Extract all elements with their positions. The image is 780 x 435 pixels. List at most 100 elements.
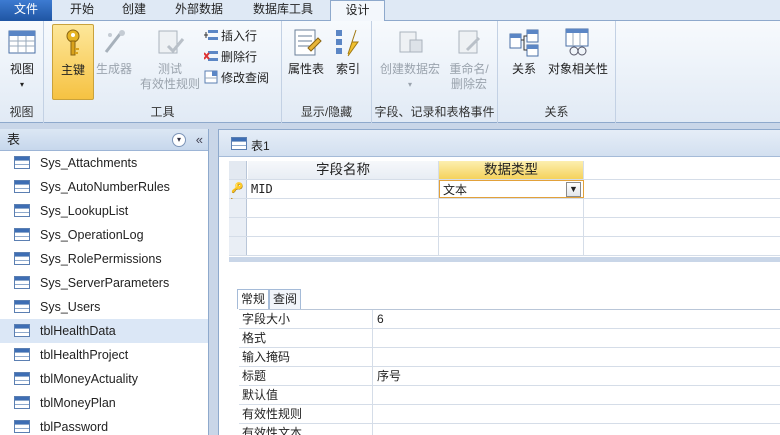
nav-item-table[interactable]: Sys_Attachments — [0, 151, 208, 175]
nav-dropdown-icon[interactable]: ▾ — [172, 133, 186, 147]
property-label: 有效性文本 — [239, 424, 373, 435]
row-selector[interactable]: 🔑▸ — [229, 180, 247, 206]
nav-item-table[interactable]: tblMoneyActuality — [0, 367, 208, 391]
row-selector[interactable] — [229, 199, 247, 217]
dropdown-arrow-icon[interactable]: ▼ — [566, 182, 581, 197]
table-icon — [14, 228, 30, 241]
tab-lookup[interactable]: 查阅 — [269, 289, 302, 309]
property-value[interactable]: 序号 — [374, 367, 774, 385]
field-row-empty[interactable] — [229, 237, 780, 256]
indexes-button[interactable]: 索引 — [328, 24, 368, 77]
nav-item-label: Sys_Attachments — [40, 156, 138, 170]
group-tools-label: 工具 — [150, 105, 175, 119]
property-value[interactable] — [374, 424, 774, 435]
document-tab[interactable]: 表1 — [231, 137, 270, 154]
table-icon — [14, 300, 30, 313]
property-value[interactable] — [374, 386, 774, 404]
nav-item-table[interactable]: Sys_Users — [0, 295, 208, 319]
property-label: 字段大小 — [239, 310, 373, 328]
field-name-cell[interactable] — [248, 218, 439, 236]
row-selector[interactable] — [229, 237, 247, 255]
property-row[interactable]: 标题 序号 — [239, 367, 780, 386]
field-row-empty[interactable] — [229, 218, 780, 237]
nav-header[interactable]: 表 ▾ « — [0, 129, 208, 151]
tab-home[interactable]: 开始 — [55, 0, 109, 21]
modify-lookups-button[interactable]: 修改查阅 — [204, 68, 269, 88]
property-label: 格式 — [239, 329, 373, 347]
primary-key-button[interactable]: 主键 — [52, 24, 94, 100]
tab-file[interactable]: 文件 — [0, 0, 52, 21]
data-type-cell[interactable]: 文本 ▼ — [439, 180, 584, 198]
nav-item-table[interactable]: tblHealthProject — [0, 343, 208, 367]
property-row[interactable]: 有效性文本 — [239, 424, 780, 435]
document-tab-bar: 表1 — [219, 130, 780, 157]
document-tab-title: 表1 — [251, 139, 270, 153]
property-value[interactable] — [374, 329, 774, 347]
insert-rows-icon — [204, 28, 218, 42]
insert-rows-button[interactable]: 插入行 — [204, 26, 257, 46]
field-row-empty[interactable] — [229, 199, 780, 218]
tab-external-data[interactable]: 外部数据 — [164, 0, 234, 21]
delete-rows-button[interactable]: 删除行 — [203, 47, 257, 67]
property-value[interactable] — [374, 348, 774, 366]
data-type-cell[interactable] — [439, 199, 584, 217]
nav-item-label: Sys_AutoNumberRules — [40, 180, 170, 194]
nav-item-table[interactable]: tblMoneyPlan — [0, 391, 208, 415]
relationships-button[interactable]: 关系 — [504, 24, 544, 77]
delete-rows-icon — [203, 49, 218, 63]
properties-tabs: 常规 查阅 — [237, 289, 302, 309]
nav-item-table[interactable]: Sys_OperationLog — [0, 223, 208, 247]
test-validation-label-1: 测试 — [157, 62, 182, 76]
nav-item-table[interactable]: Sys_LookupList — [0, 199, 208, 223]
table-icon — [14, 372, 30, 385]
tab-design[interactable]: 设计 — [330, 0, 385, 22]
rename-delete-macro-button[interactable]: 重命名/ 删除宏 — [444, 24, 494, 92]
nav-item-table[interactable]: Sys_AutoNumberRules — [0, 175, 208, 199]
collapse-pane-icon[interactable]: « — [196, 129, 203, 151]
property-value[interactable]: 6 — [374, 310, 774, 328]
field-properties-pane: 常规 查阅 字段大小 6 格式 输入掩码 标题 序号 默认值 有效性规则 有效性文本 — [229, 262, 780, 435]
nav-item-table[interactable]: Sys_ServerParameters — [0, 271, 208, 295]
view-button[interactable]: 视图 ▾ — [2, 24, 42, 92]
nav-item-label: tblHealthProject — [40, 348, 129, 362]
table-icon — [14, 324, 30, 337]
table-icon — [14, 276, 30, 289]
rename-macro-icon — [453, 26, 485, 58]
test-validation-button[interactable]: 测试 有效性规则 — [134, 24, 206, 92]
data-type-cell[interactable] — [439, 237, 584, 255]
nav-item-label: Sys_ServerParameters — [40, 276, 170, 290]
nav-item-label: tblPassword — [40, 420, 109, 434]
property-row[interactable]: 格式 — [239, 329, 780, 348]
ribbon-tab-bar: 文件 开始 创建 外部数据 数据库工具 设计 — [0, 0, 780, 22]
nav-item-table[interactable]: tblPassword — [0, 415, 208, 435]
create-data-macros-button[interactable]: 创建数据宏 ▾ — [378, 24, 442, 92]
row-selector[interactable] — [229, 218, 247, 236]
insert-rows-label: 插入行 — [221, 29, 258, 43]
select-all-corner[interactable] — [229, 161, 247, 179]
field-name-cell[interactable] — [248, 199, 439, 217]
builder-button[interactable]: 生成器 — [94, 24, 134, 77]
property-row[interactable]: 字段大小 6 — [239, 310, 780, 329]
key-icon — [57, 27, 89, 59]
ribbon: 视图 ▾ 视图 主键 生成器 测试 有效性规则 插入行 删除行 修改查阅 工具 … — [0, 21, 780, 123]
field-name-cell[interactable]: MID — [248, 180, 439, 198]
property-row[interactable]: 输入掩码 — [239, 348, 780, 367]
nav-item-table-selected[interactable]: tblHealthData — [0, 319, 208, 343]
field-name-cell[interactable] — [248, 237, 439, 255]
table-design-view: 表1 字段名称 数据类型 🔑▸ MID 文本 ▼ 常规查阅 字段大小6 格式 输… — [218, 129, 780, 435]
dependencies-icon — [562, 26, 594, 58]
relationships-icon — [508, 26, 540, 58]
object-dependencies-button[interactable]: 对象相关性 — [546, 24, 610, 77]
tab-general[interactable]: 常规 — [237, 289, 270, 309]
tab-create[interactable]: 创建 — [112, 0, 156, 21]
nav-item-label: tblMoneyActuality — [40, 372, 138, 386]
rename-macro-label-1: 重命名/ — [449, 62, 489, 76]
property-sheet-button[interactable]: 属性表 — [284, 24, 328, 77]
tab-database-tools[interactable]: 数据库工具 — [243, 0, 323, 21]
property-value[interactable] — [374, 405, 774, 423]
data-type-cell[interactable] — [439, 218, 584, 236]
field-row[interactable]: 🔑▸ MID 文本 ▼ — [229, 180, 780, 206]
nav-item-table[interactable]: Sys_RolePermissions — [0, 247, 208, 271]
property-row[interactable]: 默认值 — [239, 386, 780, 405]
property-row[interactable]: 有效性规则 — [239, 405, 780, 424]
